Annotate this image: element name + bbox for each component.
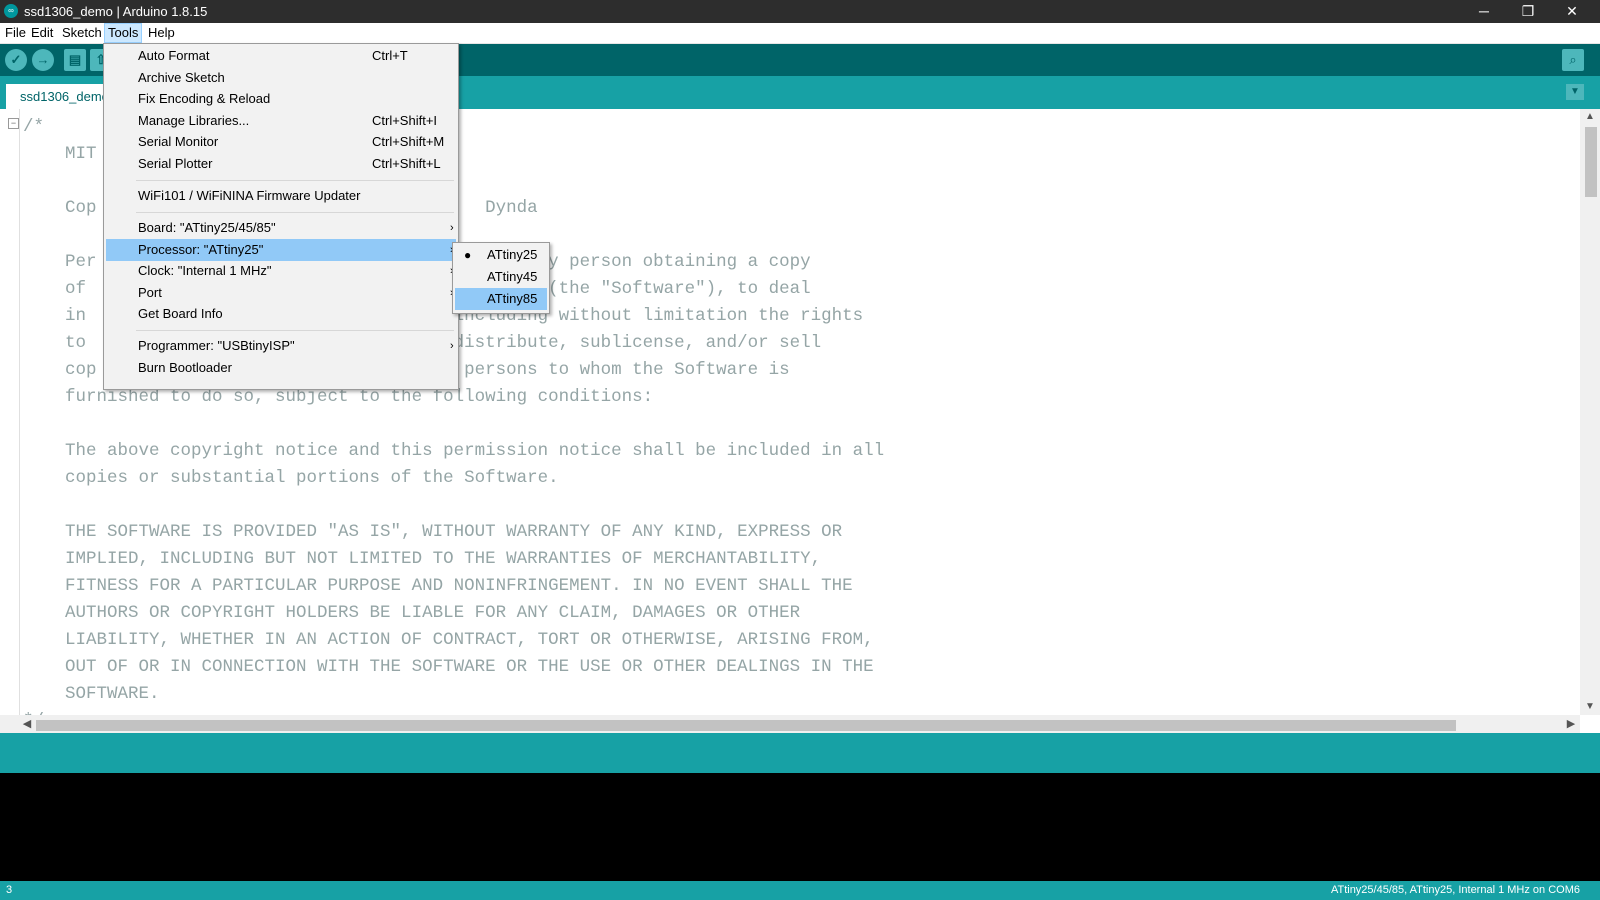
code-line: OUT OF OR IN CONNECTION WITH THE SOFTWAR… [23,657,874,677]
menu-edit[interactable]: Edit [28,24,56,42]
menu-item-archive-sketch[interactable]: Archive Sketch [106,67,456,89]
menu-item-board-info[interactable]: Get Board Info [106,303,456,325]
new-sketch-button[interactable]: ▤ [64,49,86,71]
code-line: SOFTWARE. [23,684,160,704]
editor-gutter: − [0,109,20,715]
serial-monitor-button[interactable]: ⌕ [1562,49,1584,71]
board-status: ATtiny25/45/85, ATtiny25, Internal 1 MHz… [1330,884,1580,896]
message-bar [0,733,1600,773]
title-bar: ∞ ssd1306_demo | Arduino 1.8.15 ─ ❐ ✕ [0,0,1600,23]
vertical-scroll-thumb[interactable] [1585,127,1597,197]
code-line: IMPLIED, INCLUDING BUT NOT LIMITED TO TH… [23,549,822,569]
processor-option-attiny25[interactable]: ● ATtiny25 [455,244,547,266]
scroll-right-icon[interactable]: ▶ [1562,715,1580,733]
menu-item-serial-monitor[interactable]: Serial Monitor Ctrl+Shift+M [106,131,456,153]
fold-collapse-icon[interactable]: − [8,118,19,129]
menu-item-serial-plotter[interactable]: Serial Plotter Ctrl+Shift+L [106,153,456,175]
horizontal-scrollbar[interactable]: ◀ ▶ [0,715,1580,733]
minimize-button[interactable]: ─ [1462,0,1506,23]
menu-item-burn-bootloader[interactable]: Burn Bootloader [106,357,456,379]
tools-menu: Auto Format Ctrl+T Archive Sketch Fix En… [103,43,459,390]
menu-item-auto-format[interactable]: Auto Format Ctrl+T [106,45,456,67]
processor-option-attiny45[interactable]: ATtiny45 [455,266,547,288]
restore-button[interactable]: ❐ [1506,0,1550,23]
scroll-left-icon[interactable]: ◀ [18,715,36,733]
chevron-right-icon: › [450,222,454,234]
menu-help[interactable]: Help [145,24,178,42]
menu-tools[interactable]: Tools [104,23,143,43]
output-console[interactable] [0,773,1600,881]
menu-item-fix-encoding[interactable]: Fix Encoding & Reload [106,88,456,110]
tab-menu-chevron-down-icon[interactable]: ▼ [1566,84,1584,100]
close-button[interactable]: ✕ [1550,0,1594,23]
arduino-icon: ∞ [4,4,18,18]
vertical-scrollbar[interactable]: ▲ ▼ [1580,109,1600,715]
menu-separator [136,212,454,213]
verify-button[interactable]: ✓ [5,49,27,71]
processor-submenu: ● ATtiny25 ATtiny45 ATtiny85 [452,242,550,314]
code-line: copies or substantial portions of the So… [23,468,559,488]
window-title: ssd1306_demo | Arduino 1.8.15 [24,4,208,19]
menu-separator [136,180,454,181]
menu-sketch[interactable]: Sketch [59,24,105,42]
code-line: LIABILITY, WHETHER IN AN ACTION OF CONTR… [23,630,874,650]
code-line: AUTHORS OR COPYRIGHT HOLDERS BE LIABLE F… [23,603,801,623]
menu-item-processor[interactable]: Processor: "ATtiny25" › [106,239,456,261]
processor-option-attiny85[interactable]: ATtiny85 [455,288,547,310]
menu-bar: File Edit Sketch Tools Help [0,23,1600,44]
menu-item-clock[interactable]: Clock: "Internal 1 MHz" › [106,260,456,282]
menu-item-firmware-updater[interactable]: WiFi101 / WiFiNINA Firmware Updater [106,185,456,207]
code-line: */ [23,708,884,715]
menu-item-programmer[interactable]: Programmer: "USBtinyISP" › [106,335,456,357]
selected-bullet-icon: ● [464,248,472,262]
menu-item-manage-libraries[interactable]: Manage Libraries... Ctrl+Shift+I [106,110,456,132]
status-bar: 3 ATtiny25/45/85, ATtiny25, Internal 1 M… [0,881,1600,900]
scroll-up-icon[interactable]: ▲ [1580,109,1600,125]
menu-item-port[interactable]: Port › [106,282,456,304]
chevron-right-icon: › [450,340,454,352]
scroll-down-icon[interactable]: ▼ [1580,699,1600,715]
upload-button[interactable]: → [32,49,54,71]
menu-file[interactable]: File [2,24,29,42]
menu-item-board[interactable]: Board: "ATtiny25/45/85" › [106,217,456,239]
code-line: The above copyright notice and this perm… [23,441,885,461]
code-line: FITNESS FOR A PARTICULAR PURPOSE AND NON… [23,576,853,596]
line-number: 3 [6,884,13,896]
code-line: THE SOFTWARE IS PROVIDED "AS IS", WITHOU… [23,522,843,542]
menu-separator [136,330,454,331]
horizontal-scroll-thumb[interactable] [36,720,1456,731]
